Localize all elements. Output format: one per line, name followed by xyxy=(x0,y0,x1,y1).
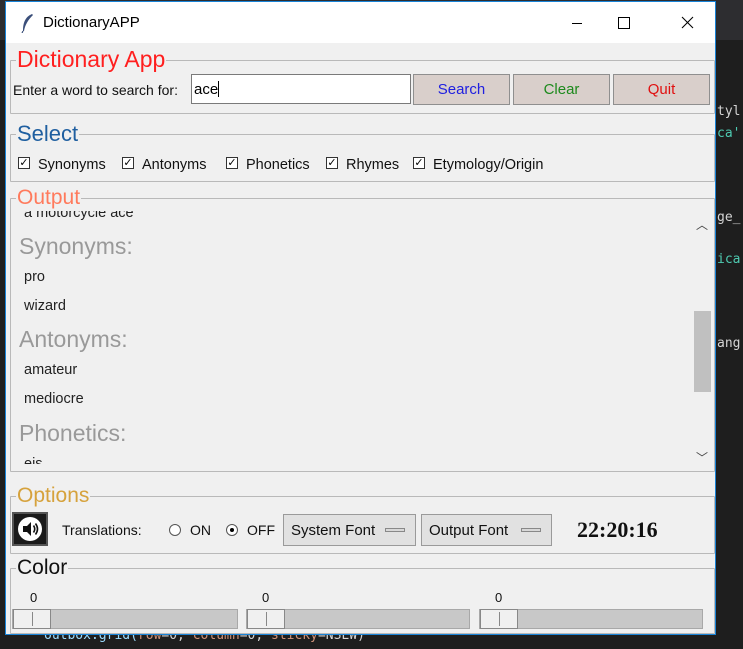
app-title: Dictionary App xyxy=(16,46,167,72)
antonym-item: mediocre xyxy=(24,391,84,407)
rhymes-label[interactable]: Rhymes xyxy=(346,157,399,173)
output-font-menu[interactable]: Output Font xyxy=(421,514,552,546)
editor-fragment: tyl xyxy=(717,104,741,119)
phonetics-heading: Phonetics: xyxy=(19,420,127,446)
red-scale-value: 0 xyxy=(30,590,38,605)
output-scrollbar[interactable]: ︿ ﹀ xyxy=(693,213,712,467)
antonyms-heading: Antonyms: xyxy=(19,326,128,352)
close-icon xyxy=(681,16,693,29)
output-font-label: Output Font xyxy=(429,522,509,539)
etymology-checkbox[interactable]: ✓ xyxy=(413,157,425,169)
synonym-item: wizard xyxy=(24,298,66,314)
synonyms-heading: Synonyms: xyxy=(19,233,133,259)
minimize-button[interactable] xyxy=(554,2,600,43)
translations-on-radio[interactable] xyxy=(169,524,181,536)
editor-fragment: ca' xyxy=(717,126,741,141)
translations-off-radio[interactable] xyxy=(226,524,238,536)
speaker-button[interactable] xyxy=(12,512,48,546)
maximize-icon xyxy=(618,16,630,29)
output-title: Output xyxy=(16,186,82,209)
blue-scale-value: 0 xyxy=(495,590,503,605)
close-button[interactable] xyxy=(664,2,710,43)
rhymes-checkbox[interactable]: ✓ xyxy=(326,157,338,169)
blue-scale-handle[interactable] xyxy=(480,609,518,629)
output-line: eis xyxy=(24,456,43,464)
dictionary-window: DictionaryAPP Dictionary App Enter a wor… xyxy=(5,1,716,635)
speaker-icon xyxy=(18,517,42,541)
antonym-item: amateur xyxy=(24,362,78,378)
phonetics-label[interactable]: Phonetics xyxy=(246,157,310,173)
output-line: a motorcycle ace xyxy=(24,211,134,221)
editor-fragment: ang xyxy=(717,336,741,351)
clear-button[interactable]: Clear xyxy=(513,74,610,105)
scroll-up-icon[interactable]: ︿ xyxy=(696,216,708,233)
synonym-item: pro xyxy=(24,269,45,285)
window-title: DictionaryAPP xyxy=(43,14,140,31)
translations-label: Translations: xyxy=(62,522,142,538)
minimize-icon xyxy=(572,22,582,24)
phonetics-checkbox[interactable]: ✓ xyxy=(226,157,238,169)
clock: 22:20:16 xyxy=(577,517,658,542)
maximize-button[interactable] xyxy=(601,2,647,43)
options-title: Options xyxy=(16,484,91,507)
menu-indicator-icon xyxy=(385,528,405,532)
synonyms-label[interactable]: Synonyms xyxy=(38,157,106,173)
synonyms-checkbox[interactable]: ✓ xyxy=(18,157,30,169)
system-font-menu[interactable]: System Font xyxy=(283,514,416,546)
red-scale-handle[interactable] xyxy=(13,609,51,629)
translations-off-label[interactable]: OFF xyxy=(247,522,275,538)
green-scale-handle[interactable] xyxy=(247,609,285,629)
feather-icon xyxy=(21,14,33,33)
search-button[interactable]: Search xyxy=(413,74,510,105)
green-scale-value: 0 xyxy=(262,590,270,605)
scrollbar-thumb[interactable] xyxy=(694,311,711,392)
quit-button[interactable]: Quit xyxy=(613,74,710,105)
translations-on-label[interactable]: ON xyxy=(190,522,211,538)
scroll-down-icon[interactable]: ﹀ xyxy=(696,449,708,466)
title-bar[interactable]: DictionaryAPP xyxy=(6,2,715,43)
menu-indicator-icon xyxy=(521,528,541,532)
system-font-label: System Font xyxy=(291,522,376,539)
search-input-value: ace xyxy=(194,81,219,98)
search-input[interactable]: ace xyxy=(191,74,411,104)
editor-fragment: ica xyxy=(717,252,741,267)
antonyms-checkbox[interactable]: ✓ xyxy=(122,157,134,169)
select-title: Select xyxy=(16,121,80,146)
color-title: Color xyxy=(16,556,69,579)
etymology-label[interactable]: Etymology/Origin xyxy=(433,157,543,173)
search-prompt: Enter a word to search for: xyxy=(13,82,178,98)
antonyms-label[interactable]: Antonyms xyxy=(142,157,206,173)
editor-fragment: ge_ xyxy=(717,210,741,225)
output-text-area[interactable]: a motorcycle ace Synonyms: pro wizard An… xyxy=(15,211,685,464)
